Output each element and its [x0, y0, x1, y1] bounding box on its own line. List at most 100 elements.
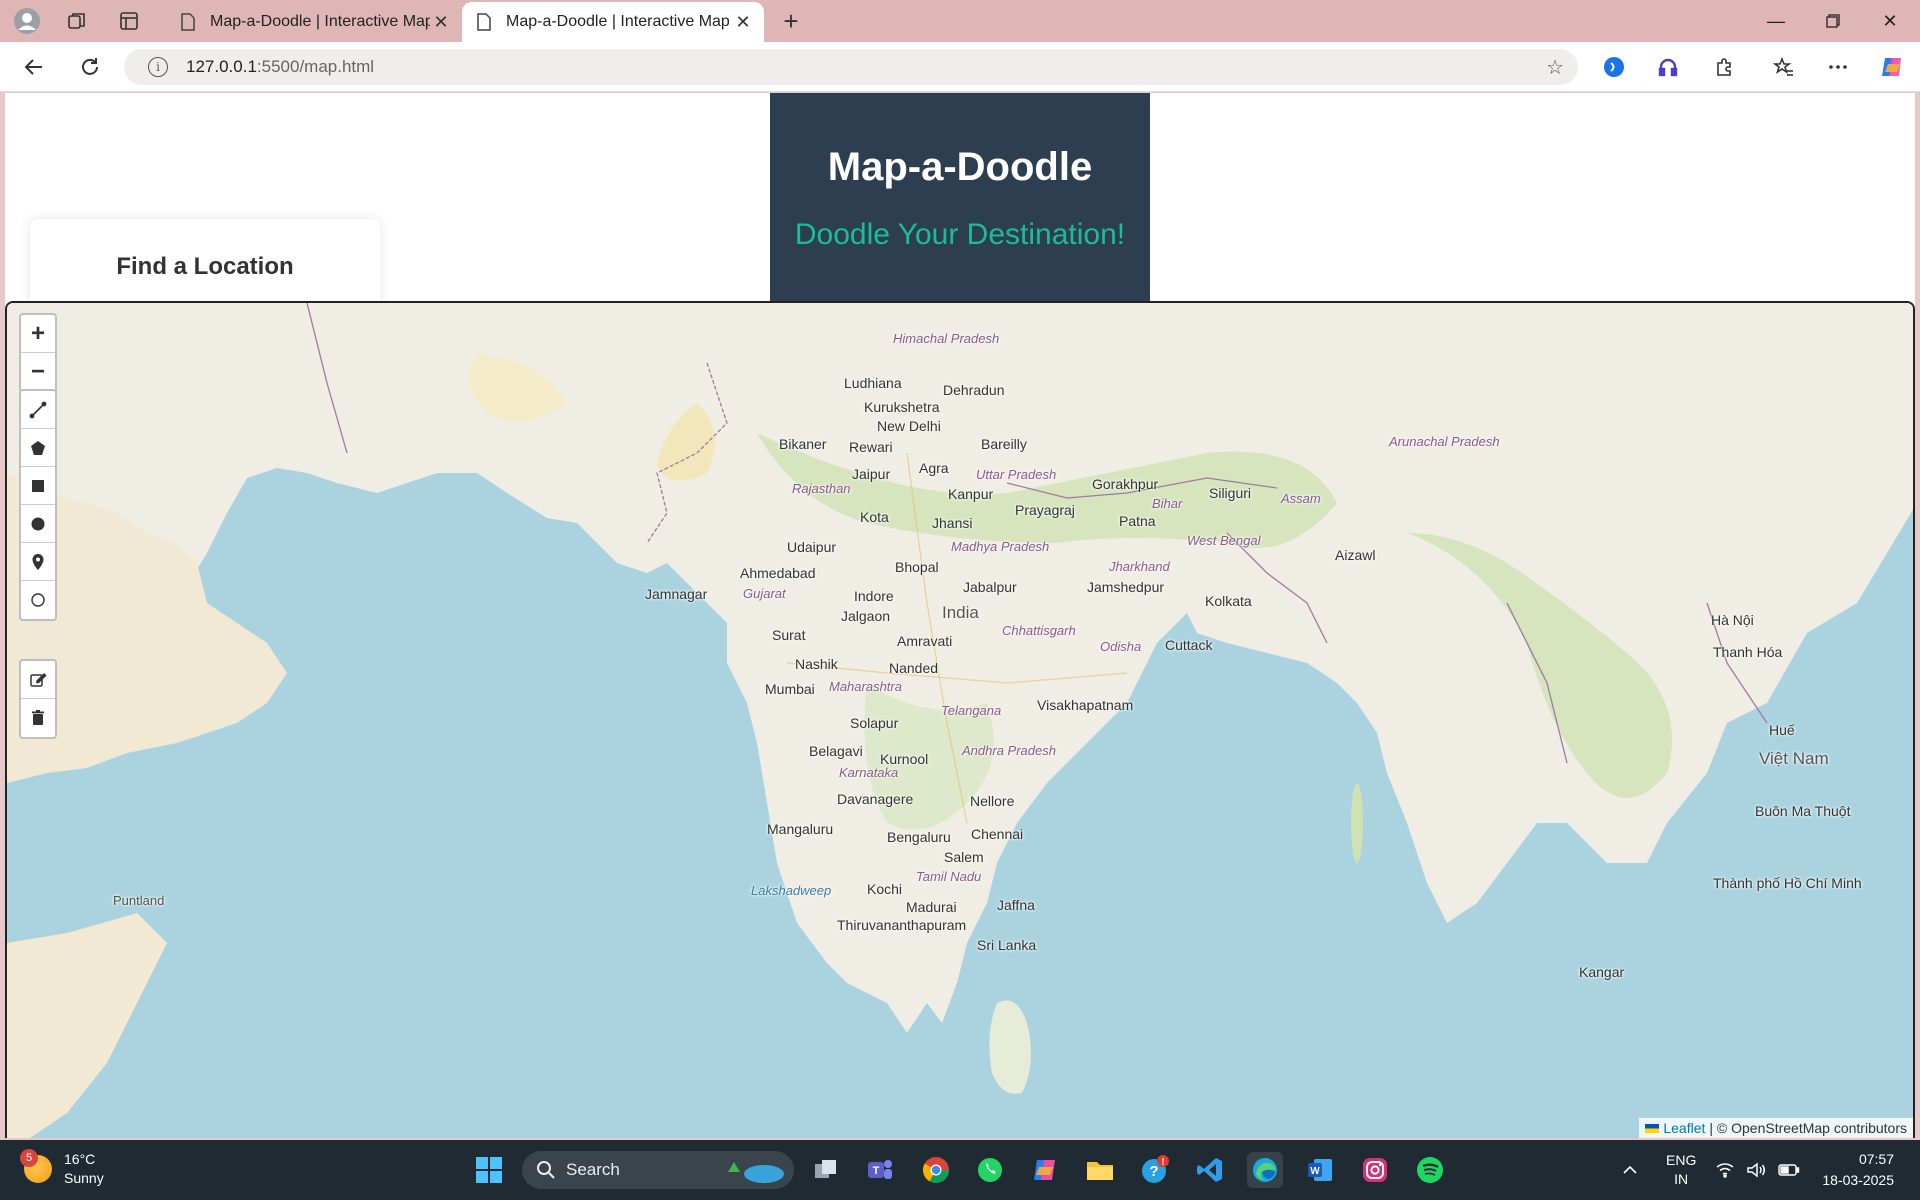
- close-tab-icon[interactable]: ✕: [430, 11, 452, 33]
- back-icon[interactable]: [18, 51, 50, 83]
- find-location-panel: Find a Location: [30, 219, 380, 309]
- map-label: Chhattisgarh: [1002, 623, 1076, 638]
- restore-icon[interactable]: [1805, 0, 1861, 42]
- map-label: Jaipur: [852, 466, 891, 482]
- read-aloud-icon[interactable]: [1598, 51, 1630, 83]
- map-label: Aizawl: [1335, 547, 1376, 563]
- show-hidden-icons[interactable]: [1622, 1140, 1638, 1200]
- polygon-icon[interactable]: [21, 429, 55, 467]
- map-label: Patna: [1119, 513, 1156, 529]
- region-code: IN: [1674, 1171, 1689, 1187]
- url-host: 127.0.0.1: [186, 57, 257, 76]
- map-label: Maharashtra: [829, 679, 902, 694]
- new-tab-icon[interactable]: +: [776, 6, 806, 36]
- svg-text:W: W: [1310, 1166, 1320, 1177]
- taskbar-clock[interactable]: 07:57 18-03-2025: [1822, 1149, 1894, 1191]
- teams-icon[interactable]: T: [862, 1152, 898, 1188]
- map-label: India: [942, 603, 979, 622]
- map-label: Kota: [860, 509, 889, 525]
- weather-widget[interactable]: 5 16°C Sunny: [20, 1149, 104, 1188]
- windows-start-icon[interactable]: [471, 1152, 507, 1188]
- map-label: Gujarat: [743, 586, 786, 601]
- map-container[interactable]: India New Delhi Mumbai Ahmedabad Kolkata…: [5, 301, 1915, 1138]
- site-header: Map-a-Doodle Doodle Your Destination!: [770, 93, 1150, 301]
- headphones-icon[interactable]: [1652, 51, 1684, 83]
- favorite-star-icon[interactable]: ☆: [1546, 55, 1564, 80]
- whatsapp-icon[interactable]: [972, 1152, 1008, 1188]
- map-label: Jharkhand: [1109, 559, 1170, 574]
- task-view-icon[interactable]: [808, 1152, 844, 1188]
- circle-icon[interactable]: [21, 505, 55, 543]
- map-label: Jhansi: [932, 515, 973, 531]
- file-explorer-icon[interactable]: [1082, 1152, 1118, 1188]
- map-label: Kolkata: [1205, 593, 1252, 609]
- map-label: Udaipur: [787, 539, 837, 555]
- map-label: Jamshedpur: [1087, 579, 1165, 595]
- leaflet-link[interactable]: Leaflet: [1663, 1120, 1705, 1136]
- sun-icon: 5: [20, 1149, 52, 1183]
- zoom-in-button[interactable]: +: [21, 315, 55, 353]
- chrome-icon[interactable]: [918, 1152, 954, 1188]
- spotify-icon[interactable]: [1412, 1152, 1448, 1188]
- address-bar[interactable]: i 127.0.0.1:5500/map.html ☆: [124, 49, 1578, 85]
- map-label: Thanh Hóa: [1713, 644, 1783, 660]
- profile-icon[interactable]: [12, 6, 42, 36]
- svg-text:T: T: [873, 1165, 880, 1177]
- map-label: Arunachal Pradesh: [1389, 434, 1500, 449]
- word-icon[interactable]: W: [1302, 1152, 1338, 1188]
- map-label: Ahmedabad: [740, 565, 816, 581]
- map-label: Uttar Pradesh: [976, 467, 1057, 482]
- system-tray[interactable]: [1716, 1140, 1800, 1200]
- close-window-icon[interactable]: ✕: [1862, 0, 1918, 42]
- map-label: Himachal Pradesh: [893, 331, 1000, 346]
- instagram-icon[interactable]: [1357, 1152, 1393, 1188]
- map-label: Bihar: [1152, 496, 1183, 511]
- map-label: Mumbai: [765, 681, 815, 697]
- workspaces-icon[interactable]: [62, 6, 92, 36]
- circlemarker-icon[interactable]: [21, 581, 55, 619]
- refresh-icon[interactable]: [74, 51, 106, 83]
- volume-icon: [1747, 1162, 1765, 1178]
- more-icon[interactable]: [1822, 51, 1854, 83]
- vscode-icon[interactable]: [1192, 1152, 1228, 1188]
- rectangle-icon[interactable]: [21, 467, 55, 505]
- url-path: :5500/map.html: [256, 57, 375, 76]
- edge-icon[interactable]: [1247, 1152, 1283, 1188]
- tab-inactive[interactable]: Map-a-Doodle | Interactive Map ✕: [166, 2, 462, 42]
- tab-actions-icon[interactable]: [114, 6, 144, 36]
- map-label: Telangana: [941, 703, 1002, 718]
- map-label: Visakhapatnam: [1037, 697, 1134, 713]
- svg-text:!: !: [1161, 1157, 1164, 1168]
- map-label: Kochi: [867, 881, 903, 897]
- delete-layers-icon[interactable]: [21, 699, 55, 737]
- tab-title: Map-a-Doodle | Interactive Map: [210, 13, 430, 30]
- copilot-app-icon[interactable]: [1027, 1152, 1063, 1188]
- ukraine-flag-icon: [1645, 1123, 1660, 1133]
- polyline-icon[interactable]: [21, 391, 55, 429]
- copilot-icon[interactable]: [1876, 51, 1908, 83]
- favorites-icon[interactable]: [1768, 51, 1800, 83]
- map-label: Salem: [944, 849, 984, 865]
- taskbar-search[interactable]: Search: [522, 1151, 794, 1189]
- site-subtitle: Doodle Your Destination!: [794, 218, 1126, 251]
- language-indicator[interactable]: ENG IN: [1666, 1140, 1696, 1200]
- tab-active[interactable]: Map-a-Doodle | Interactive Map ✕: [462, 2, 764, 42]
- map-label: Buôn Ma Thuột: [1755, 803, 1851, 819]
- zoom-out-button[interactable]: −: [21, 353, 55, 391]
- extensions-icon[interactable]: [1708, 51, 1740, 83]
- map-label: Jalgaon: [841, 608, 891, 624]
- edit-layers-icon[interactable]: [21, 661, 55, 699]
- map-label: Huế: [1769, 722, 1795, 738]
- map-label: Lakshadweep: [751, 883, 832, 898]
- marker-icon[interactable]: [21, 543, 55, 581]
- url-text: 127.0.0.1:5500/map.html: [186, 57, 374, 77]
- minimize-icon[interactable]: —: [1748, 0, 1804, 42]
- info-icon[interactable]: i: [148, 57, 168, 77]
- zoom-control: + −: [19, 313, 57, 393]
- osm-attribution[interactable]: | © OpenStreetMap contributors: [1709, 1120, 1907, 1136]
- help-app-icon[interactable]: ?!: [1137, 1152, 1173, 1188]
- map-label: Sri Lanka: [977, 937, 1037, 953]
- map-label: Tamil Nadu: [916, 869, 982, 884]
- close-tab-icon[interactable]: ✕: [732, 11, 754, 33]
- map-label: Cuttack: [1165, 637, 1213, 653]
